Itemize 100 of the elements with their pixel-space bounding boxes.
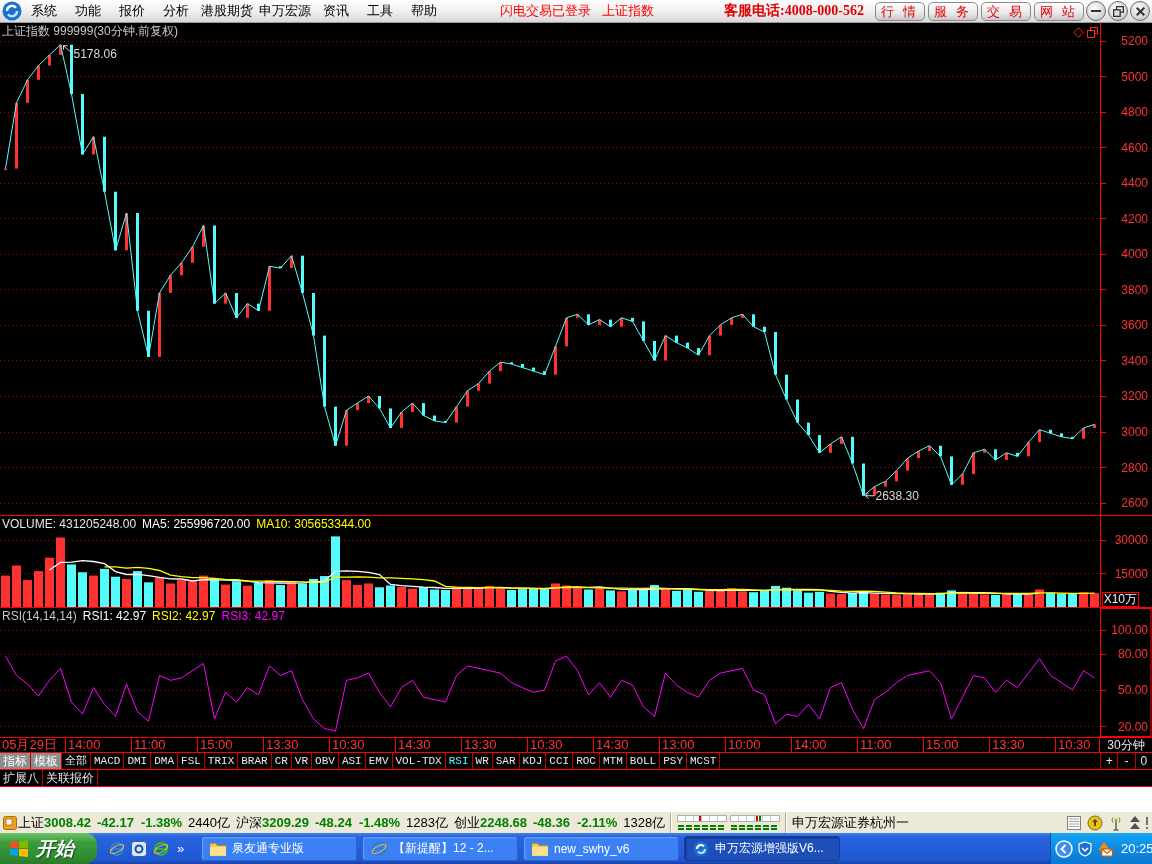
candle	[191, 246, 194, 263]
volume-bar	[562, 585, 571, 607]
restore-button[interactable]	[1108, 1, 1128, 21]
nav-button[interactable]: 交 易	[981, 1, 1031, 21]
volume-bar	[705, 590, 714, 607]
zoom-button[interactable]: 0	[1135, 753, 1152, 769]
axis-label: 3000	[1121, 425, 1148, 439]
zoom-button[interactable]: +	[1101, 753, 1119, 769]
candle	[587, 314, 590, 325]
candle	[81, 94, 84, 155]
menu-item[interactable]: 资讯	[314, 0, 358, 22]
folder-icon	[210, 841, 226, 856]
taskbar-button[interactable]: 【新提醒】12 - 2...	[362, 836, 518, 861]
indicator-tab[interactable]: MTM	[600, 753, 627, 769]
volume-bar	[639, 588, 648, 607]
axis-label: 4800	[1121, 105, 1148, 120]
menu-item[interactable]: 港股期货	[198, 0, 256, 22]
taskbar-button[interactable]: 泉友通专业版	[201, 836, 357, 861]
volume-bar	[122, 579, 131, 607]
start-button[interactable]: 开始	[0, 833, 97, 864]
candle	[411, 403, 414, 412]
coin-icon[interactable]	[1087, 814, 1103, 831]
time-label: 13:30	[264, 738, 330, 752]
legend-text: RSI1: 42.97	[82, 609, 147, 624]
nav-button[interactable]: 行 情	[875, 1, 925, 21]
candle	[345, 410, 348, 446]
indicator-tab[interactable]: OBV	[312, 753, 339, 769]
menu-item[interactable]: 分析	[154, 0, 198, 22]
candle	[1016, 452, 1019, 457]
antenna-icon[interactable]	[1108, 814, 1124, 831]
shield-icon[interactable]	[1077, 840, 1093, 857]
candle	[598, 319, 601, 325]
volume-bar	[408, 588, 417, 607]
candle	[224, 293, 227, 304]
volume-bar	[144, 582, 153, 607]
restore-icon[interactable]	[1087, 27, 1098, 38]
candle	[906, 458, 909, 471]
indicator-tab[interactable]: WR	[472, 753, 493, 769]
candle	[851, 436, 854, 464]
index-name: 沪深	[236, 813, 262, 832]
volume-bar	[78, 572, 87, 607]
double-up-arrow-icon[interactable]	[1129, 814, 1141, 831]
time-label: 14:30	[396, 738, 462, 752]
menu-item[interactable]: 帮助	[402, 0, 446, 22]
index-name: 创业	[454, 813, 480, 832]
candle	[290, 255, 293, 269]
axis-label: 5000	[1121, 69, 1148, 84]
taskbar-button[interactable]: 申万宏源增强版V6...	[684, 836, 840, 861]
volume-bar	[881, 594, 890, 607]
legend-text: VOLUME: 431205248.00	[2, 517, 137, 532]
indicator-tab[interactable]: VOL-TDX	[392, 753, 446, 769]
indicator-tab[interactable]: CCI	[546, 753, 574, 769]
volume-bar	[980, 594, 989, 607]
candle	[169, 275, 172, 293]
menu-item[interactable]: 报价	[110, 0, 154, 22]
quick-launch-button[interactable]	[153, 840, 169, 857]
nav-button[interactable]: 网 站	[1034, 1, 1084, 21]
extra-tab[interactable]: 关联报价	[43, 770, 98, 786]
minimize-button[interactable]	[1086, 1, 1106, 21]
axis-label: 30000	[1114, 533, 1148, 548]
candle	[1027, 442, 1030, 457]
more-button[interactable]: »	[177, 841, 185, 856]
candle	[1038, 429, 1041, 443]
candle	[257, 303, 260, 311]
volume-bar	[969, 593, 978, 607]
volume-bar	[353, 585, 362, 607]
indicator-tab[interactable]: VR	[291, 753, 313, 769]
menu-item[interactable]: 功能	[66, 0, 110, 22]
volume-bar	[463, 588, 472, 607]
diamond-icon[interactable]	[1073, 27, 1084, 38]
candle	[356, 403, 359, 411]
volume-bar	[595, 587, 604, 607]
time-label: 10:30	[1056, 738, 1100, 752]
period-button[interactable]: 30分钟	[1100, 738, 1152, 752]
menu-item[interactable]: 系统	[22, 0, 66, 22]
candle	[631, 317, 634, 322]
indicator-tab[interactable]: MACD	[91, 753, 125, 769]
candle	[444, 420, 447, 423]
quick-launch-button[interactable]	[131, 840, 147, 857]
candle	[829, 443, 832, 453]
close-button[interactable]	[1130, 1, 1150, 21]
candle	[708, 335, 711, 356]
candle	[862, 463, 865, 496]
menu-item[interactable]: 工具	[358, 0, 402, 22]
extra-tab[interactable]: 扩展八	[0, 770, 43, 786]
taskbar-button[interactable]: new_swhy_v6	[523, 836, 679, 861]
nav-button[interactable]: 服 务	[928, 1, 978, 21]
indicator-tab[interactable]: 全部	[62, 753, 91, 769]
candle	[807, 422, 810, 436]
document-icon[interactable]	[1066, 814, 1082, 831]
axis-label: 4000	[1121, 247, 1148, 262]
quick-launch-button[interactable]	[109, 840, 125, 857]
menu-item[interactable]: 申万宏源	[256, 0, 314, 22]
mail-icon[interactable]	[1097, 840, 1113, 857]
candle	[730, 317, 733, 325]
zoom-button[interactable]: -	[1118, 753, 1136, 769]
indicator-tab[interactable]: MCST	[687, 753, 721, 769]
axis-label: 3200	[1121, 389, 1148, 404]
legend-text: RSI2: 42.97	[152, 609, 216, 624]
axis-label: 5200	[1121, 34, 1148, 49]
